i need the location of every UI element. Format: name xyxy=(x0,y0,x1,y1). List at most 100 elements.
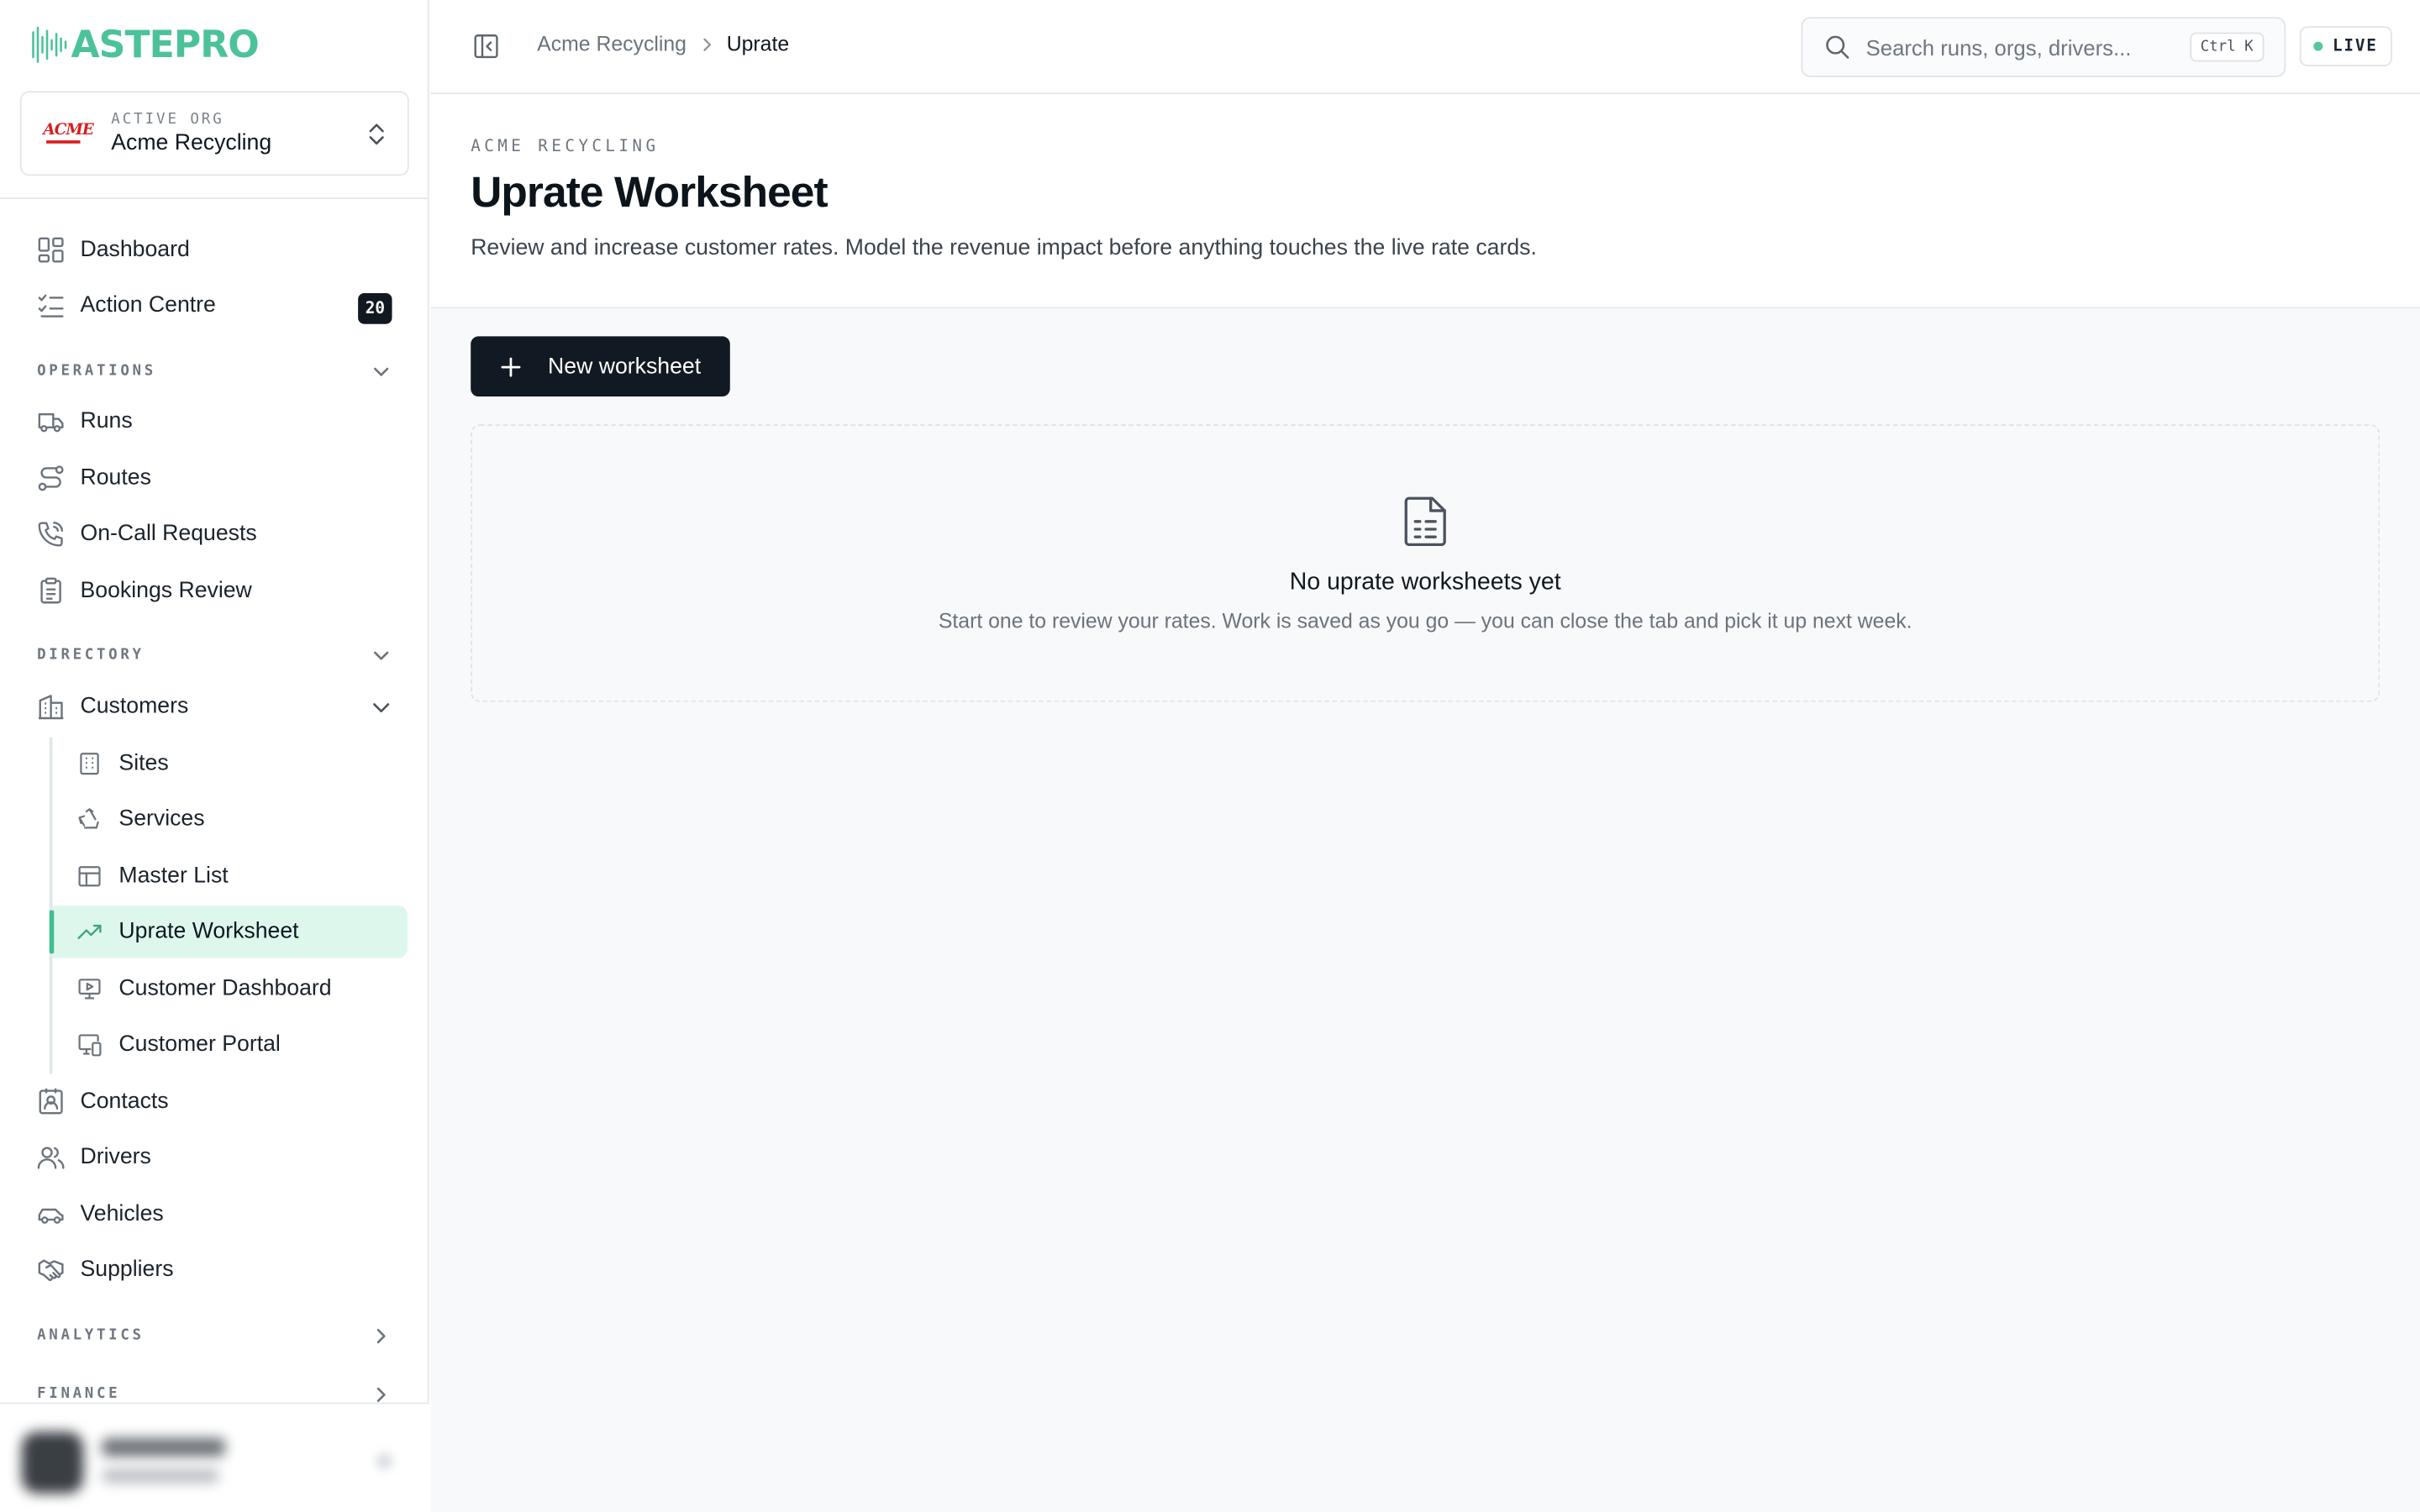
breadcrumb-current: Uprate xyxy=(726,32,790,56)
global-search-input[interactable]: Search runs, orgs, drivers... Ctrl K xyxy=(1801,17,2286,77)
presentation-icon xyxy=(78,979,101,1000)
org-switcher[interactable]: ACME ACTIVE ORG Acme Recycling xyxy=(19,91,409,176)
sidebar-item-label: Master List xyxy=(118,864,229,889)
org-eyebrow: ACTIVE ORG xyxy=(111,111,224,129)
search-icon xyxy=(1826,35,1849,59)
new-worksheet-button[interactable]: New worksheet xyxy=(471,336,730,397)
sidebar-item-bookings-review[interactable]: Bookings Review xyxy=(37,572,252,609)
document-icon xyxy=(1404,496,1446,547)
sidebar-item-label: Bookings Review xyxy=(80,578,252,604)
avatar xyxy=(21,1431,84,1494)
org-name: Acme Recycling xyxy=(111,131,272,156)
chevron-down-icon[interactable] xyxy=(371,361,392,383)
empty-state-subtitle: Start one to review your rates. Work is … xyxy=(938,609,1912,633)
contact-card-icon xyxy=(39,1088,63,1115)
empty-state-title: No uprate worksheets yet xyxy=(1289,569,1561,596)
office-building-icon xyxy=(80,753,99,775)
chevron-up-down-icon xyxy=(369,123,384,145)
handshake-icon xyxy=(38,1259,64,1282)
sidebar-item-label: Action Centre xyxy=(80,292,216,318)
sidebar-item-label: Sites xyxy=(118,751,169,776)
sidebar-item-label: Contacts xyxy=(80,1089,169,1115)
user-name-blurred xyxy=(102,1437,226,1457)
phone-call-icon xyxy=(38,522,64,547)
sidebar-item-label: Runs xyxy=(80,408,133,434)
search-placeholder: Search runs, orgs, drivers... xyxy=(1865,34,2132,60)
clipboard-icon xyxy=(40,577,61,604)
org-logo: ACME xyxy=(43,121,94,144)
sidebar-item-label: Customer Portal xyxy=(118,1032,281,1058)
recycle-icon xyxy=(78,808,99,829)
sidebar-item-vehicles[interactable]: Vehicles xyxy=(37,1195,164,1232)
checklist-icon xyxy=(38,294,64,318)
sidebar-item-label: Services xyxy=(118,806,205,832)
sidebar-item-label: Drivers xyxy=(80,1144,151,1170)
sidebar-item-uprate-worksheet[interactable]: Uprate Worksheet xyxy=(49,906,408,958)
section-label-directory: DIRECTORY xyxy=(37,646,145,664)
sidebar-item-label: On-Call Requests xyxy=(80,521,257,547)
topbar: Acme Recycling Uprate Search runs, orgs,… xyxy=(430,0,2420,95)
user-role-blurred xyxy=(102,1468,219,1483)
sidebar-item-on-call-requests[interactable]: On-Call Requests xyxy=(37,515,257,552)
empty-state: No uprate worksheets yet Start one to re… xyxy=(471,424,2381,702)
chevron-down-icon[interactable] xyxy=(371,645,392,667)
chevron-right-icon xyxy=(702,37,711,50)
sidebar-item-master-list[interactable]: Master List xyxy=(52,850,407,902)
sidebar-item-sites[interactable]: Sites xyxy=(52,738,407,790)
truck-icon xyxy=(38,412,64,433)
chevron-down-icon[interactable] xyxy=(371,697,392,719)
trending-up-icon xyxy=(77,924,102,939)
car-icon xyxy=(38,1208,64,1224)
sidebar-item-runs[interactable]: Runs xyxy=(37,402,133,439)
sidebar-item-drivers[interactable]: Drivers xyxy=(37,1139,151,1176)
sidebar-item-label: Suppliers xyxy=(80,1257,174,1283)
user-menu-chevron-icon[interactable] xyxy=(376,1453,392,1469)
live-status-label: LIVE xyxy=(2332,37,2378,56)
sidebar-item-label: Vehicles xyxy=(80,1201,164,1227)
keyboard-shortcut-hint: Ctrl K xyxy=(2189,32,2265,62)
chevron-right-icon[interactable] xyxy=(371,1326,392,1347)
sidebar-item-customers[interactable]: Customers xyxy=(37,688,188,725)
page-eyebrow: ACME RECYCLING xyxy=(471,137,660,156)
sidebar-item-suppliers[interactable]: Suppliers xyxy=(37,1252,174,1289)
page-header: ACME RECYCLING Uprate Worksheet Review a… xyxy=(430,94,2420,309)
sidebar: ASTEPRO ACME ACTIVE ORG Acme Recycling D… xyxy=(0,0,429,1512)
sidebar-item-services[interactable]: Services xyxy=(52,793,407,845)
breadcrumb-org-link[interactable]: Acme Recycling xyxy=(537,33,687,56)
page-title: Uprate Worksheet xyxy=(471,168,828,217)
main-content: New worksheet No uprate worksheets yet S… xyxy=(430,308,2420,1512)
sidebar-item-routes[interactable]: Routes xyxy=(37,459,151,496)
sidebar-item-label: Dashboard xyxy=(80,237,190,263)
live-status-badge: LIVE xyxy=(2299,26,2392,66)
sidebar-item-label: Routes xyxy=(80,465,151,491)
dashboard-grid-icon xyxy=(38,237,64,263)
sidebar-item-label: Customer Dashboard xyxy=(118,976,332,1002)
new-worksheet-label: New worksheet xyxy=(548,354,702,379)
live-status-dot-icon xyxy=(2313,41,2323,51)
building-icon xyxy=(38,695,64,720)
sidebar-item-action-centre[interactable]: Action Centre xyxy=(37,287,216,324)
user-profile-menu[interactable] xyxy=(0,1402,429,1512)
monitor-phone-icon xyxy=(78,1034,102,1057)
sidebar-item-customer-portal[interactable]: Customer Portal xyxy=(52,1018,407,1070)
route-icon xyxy=(38,465,64,491)
sidebar-item-label: Uprate Worksheet xyxy=(118,919,299,945)
sidebar-item-label: Customers xyxy=(80,694,189,719)
section-label-analytics: ANALYTICS xyxy=(37,1326,145,1344)
breadcrumb: Acme Recycling Uprate xyxy=(537,33,789,56)
sidebar-collapse-icon[interactable] xyxy=(472,33,500,60)
section-label-operations: OPERATIONS xyxy=(37,362,156,380)
table-icon xyxy=(78,866,101,887)
brand-logo[interactable]: ASTEPRO xyxy=(31,20,260,70)
sidebar-item-contacts[interactable]: Contacts xyxy=(37,1083,169,1120)
sidebar-item-customer-dashboard[interactable]: Customer Dashboard xyxy=(52,963,407,1015)
page-description: Review and increase customer rates. Mode… xyxy=(471,236,1537,261)
section-label-finance: FINANCE xyxy=(37,1385,121,1403)
waveform-logo-icon xyxy=(32,26,67,63)
sidebar-item-dashboard[interactable]: Dashboard xyxy=(37,232,190,269)
org-logo-text: ACME xyxy=(43,121,93,139)
users-icon xyxy=(37,1147,65,1169)
sidebar-divider xyxy=(0,197,429,199)
brand-name: ASTEPRO xyxy=(71,23,259,66)
plus-icon xyxy=(501,356,521,376)
